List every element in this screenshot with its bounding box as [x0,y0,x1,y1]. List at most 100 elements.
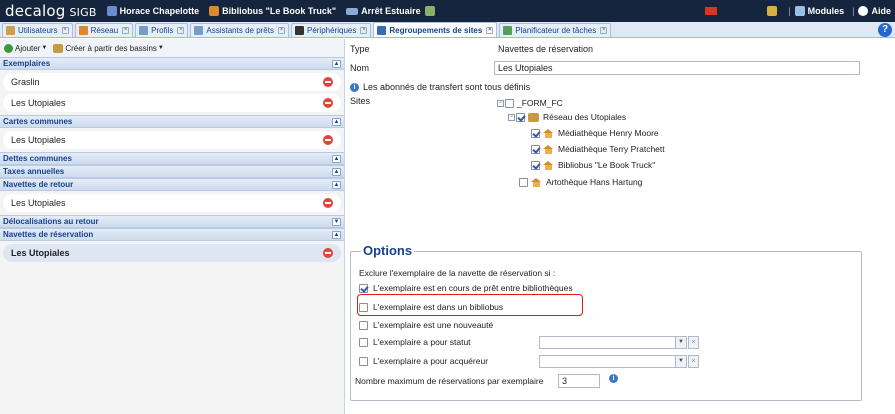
library-icon [531,177,542,187]
tree-checkbox[interactable] [516,112,525,122]
current-user[interactable]: Horace Chapelotte [106,6,199,16]
close-icon[interactable]: × [360,27,368,34]
section-navettes-de-retour[interactable]: Navettes de retour ▲ [0,178,344,191]
expand-icon[interactable]: ▼ [332,217,341,226]
tree-checkbox[interactable] [531,144,540,154]
section-delocalisations-au-retour[interactable]: Délocalisations au retour ▼ [0,215,344,228]
stop-icon [424,6,435,16]
section-cartes-communes[interactable]: Cartes communes ▲ [0,115,344,128]
collapse-icon[interactable]: ▲ [332,180,341,189]
users-icon [6,26,15,35]
remove-icon[interactable] [323,135,333,145]
create-from-pools-button[interactable]: Créer à partir des bassins ▼ [53,43,164,53]
remove-icon[interactable] [323,198,333,208]
collapse-icon[interactable]: ▲ [332,167,341,176]
flag-icon[interactable] [705,7,718,15]
modules-button[interactable]: Modules [794,6,844,16]
decalog-logo: decalog SIGB [5,2,97,20]
list-item[interactable]: Les Utopiales [3,94,341,112]
option-status[interactable]: L'exemplaire a pour statut [359,337,471,347]
close-icon[interactable]: × [177,27,185,34]
tree-node-site[interactable]: Médiathèque Henry Moore [531,128,659,138]
list-item-selected[interactable]: Les Utopiales [3,244,341,262]
tree-node-site[interactable]: Artothèque Hans Hartung [519,177,642,187]
library-icon [209,6,220,16]
info-icon: i [609,374,618,383]
tab-regroupements-de-sites[interactable]: Regroupements de sites × [373,22,498,37]
expander-icon[interactable]: − [508,113,515,121]
detail-panel: Type Navettes de réservation Nom Les Uto… [346,39,895,414]
network-icon [78,26,88,35]
tree-checkbox[interactable] [531,128,540,138]
library-icon [543,160,554,170]
option-new-item[interactable]: L'exemplaire est une nouveauté [359,320,493,330]
info-row: i Les abonnés de transfert sont tous défi… [350,82,530,93]
checkbox[interactable] [359,320,368,330]
help-button[interactable]: Aide [858,6,891,16]
clear-icon[interactable]: × [688,355,699,368]
chevron-down-icon[interactable]: ▼ [675,337,686,348]
section-exemplaires[interactable]: Exemplaires ▲ [0,57,344,70]
close-icon[interactable]: × [486,26,494,34]
tree-node-network[interactable]: − Réseau des Utopiales [508,112,626,122]
tab-assistants-de-prets[interactable]: Assistants de prêts × [190,23,289,37]
close-icon[interactable]: × [600,27,608,34]
caret-down-icon: ▼ [157,45,164,51]
remove-icon[interactable] [323,77,333,87]
clear-icon[interactable]: × [688,336,699,349]
tree-checkbox[interactable] [531,160,540,170]
max-reservations-input[interactable]: 3 [558,374,600,388]
collapse-icon[interactable]: ▲ [332,230,341,239]
tools-button[interactable] [767,6,780,16]
list-item[interactable]: Les Utopiales [3,194,341,212]
option-acquirer[interactable]: L'exemplaire a pour acquéreur [359,356,488,366]
tree-checkbox[interactable] [505,98,514,108]
name-input[interactable]: Les Utopiales [494,61,860,75]
close-icon[interactable]: × [277,27,285,34]
remove-icon[interactable] [323,98,333,108]
close-icon[interactable]: × [61,27,69,34]
tree-checkbox[interactable] [519,177,528,187]
checkbox[interactable] [359,356,368,366]
tab-bar: Utilisateurs × Réseau × Profils × Assistant… [0,22,895,38]
section-navettes-de-reservation[interactable]: Navettes de réservation ▲ [0,228,344,241]
profiles-icon [139,26,149,35]
current-library[interactable]: Bibliobus "Le Book Truck" [209,6,336,16]
collapse-icon[interactable]: ▲ [332,59,341,68]
options-legend: Options [361,243,415,258]
tab-peripheriques[interactable]: Périphériques × [290,23,372,37]
add-button[interactable]: Ajouter ▼ [4,43,48,53]
site-groups-icon [377,25,387,35]
tab-reseau[interactable]: Réseau × [74,23,134,37]
modules-icon [794,6,805,16]
tree-node-site[interactable]: Médiathèque Terry Pratchett [531,144,665,154]
close-icon[interactable]: × [122,27,130,34]
acquirer-combo[interactable]: ▼ [539,355,687,368]
option-interlibrary-loan[interactable]: L'exemplaire est en cours de prêt entre … [359,283,573,293]
collapse-icon[interactable]: ▲ [332,117,341,126]
checkbox[interactable] [359,337,368,347]
caret-down-icon: ▼ [41,45,48,51]
app-header: decalog SIGB Horace Chapelotte Bibliobus … [0,0,895,22]
expander-icon[interactable]: − [497,99,504,107]
list-item[interactable]: Les Utopiales [3,131,341,149]
current-stop[interactable]: Arrêt Estuaire [346,6,438,16]
loan-assistant-icon [194,26,204,35]
tab-profils[interactable]: Profils × [135,23,189,37]
remove-icon[interactable] [323,248,333,258]
add-icon [4,43,13,53]
tree-node-root[interactable]: − _FORM_FC [497,98,563,108]
section-dettes-communes[interactable]: Dettes communes ▲ [0,152,344,165]
collapse-icon[interactable]: ▲ [332,154,341,163]
type-value: Navettes de réservation [498,44,594,54]
section-taxes-annuelles[interactable]: Taxes annuelles ▲ [0,165,344,178]
chevron-down-icon[interactable]: ▼ [675,356,686,367]
list-item[interactable]: Graslin [3,73,341,91]
help-icon[interactable]: ? [878,23,892,37]
tab-planificateur-de-taches[interactable]: Planificateur de tâches × [499,23,612,37]
tab-utilisateurs[interactable]: Utilisateurs × [2,23,73,37]
sites-label: Sites [350,96,371,106]
tree-node-site[interactable]: Bibliobus "Le Book Truck" [531,160,655,170]
status-combo[interactable]: ▼ [539,336,687,349]
checkbox[interactable] [359,283,368,293]
